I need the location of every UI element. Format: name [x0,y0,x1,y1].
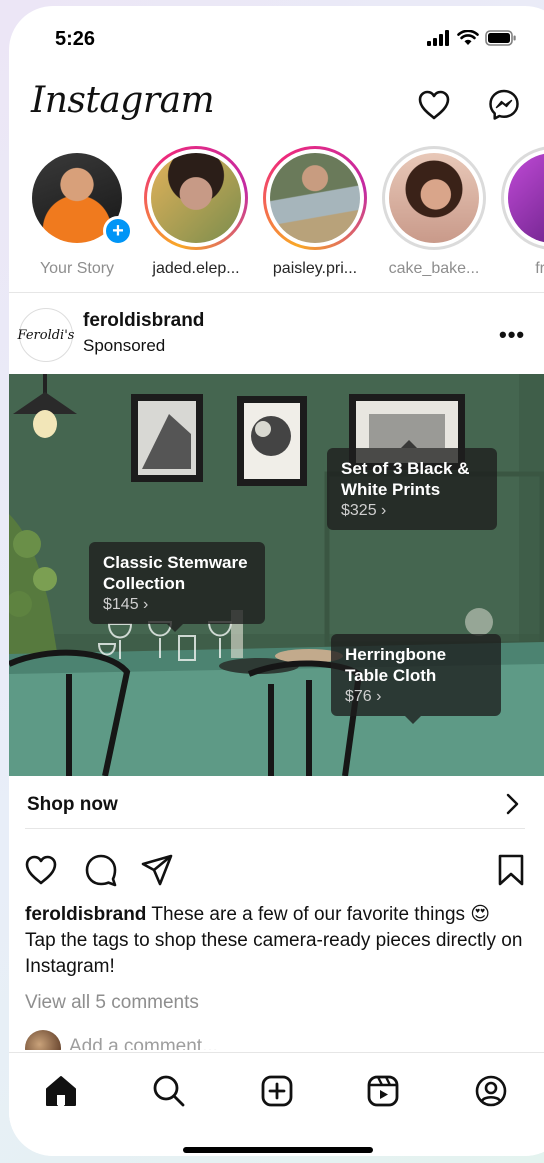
story-avatar [270,153,360,243]
stories-divider [9,292,544,293]
phone-screen: 5:26 Instagram + Your Story jaded.elep..… [9,6,544,1156]
save-bookmark-icon[interactable] [493,852,529,888]
story-item[interactable]: cake_bake... [378,146,490,278]
product-tag-prints[interactable]: Set of 3 Black & White Prints $325 › [327,440,497,530]
chevron-right-icon [506,793,519,815]
shop-now-label: Shop now [27,794,118,815]
view-all-comments-link[interactable]: View all 5 comments [25,992,199,1014]
battery-icon [485,30,516,46]
tag-title: Table Cloth [345,666,437,685]
story-avatar [151,153,241,243]
signal-icon [427,30,449,46]
product-tag-stemware[interactable]: Classic Stemware Collection $145 › [89,542,265,632]
product-tag-tablecloth[interactable]: Herringbone Table Cloth $76 › [331,634,501,724]
comment-bubble-icon[interactable] [83,852,119,888]
app-header: Instagram [9,70,544,140]
status-time: 5:26 [55,28,96,50]
add-comment-row[interactable]: Add a comment... [25,1030,425,1050]
post-username[interactable]: feroldisbrand [83,310,204,332]
status-icons [427,30,517,46]
tag-title: Classic Stemware [103,553,248,572]
wifi-icon [457,30,479,45]
activity-heart-icon[interactable] [417,88,451,122]
shop-now-bar[interactable]: Shop now [9,778,544,830]
instagram-logo[interactable]: Instagram [31,80,215,121]
add-comment-placeholder: Add a comment... [69,1036,218,1050]
tag-title: Collection [103,574,186,593]
story-avatar [389,153,479,243]
story-item[interactable]: paisley.pri... [259,146,371,278]
story-label: Your Story [39,260,115,277]
commenter-avatar [25,1030,61,1050]
tag-title: White Prints [341,480,441,499]
like-heart-icon[interactable] [23,852,59,888]
tag-price: $76 › [345,688,382,705]
story-ring [144,146,248,250]
story-label: cake_bake... [388,260,480,277]
home-icon[interactable] [41,1071,81,1111]
tag-title: Herringbone [345,645,447,664]
create-post-icon[interactable] [257,1071,297,1111]
story-label: jaded.elep... [152,260,240,277]
story-item[interactable]: + Your Story [21,146,133,278]
shop-divider [25,828,525,829]
story-ring [501,146,544,250]
home-indicator [183,1147,373,1153]
bottom-tab-bar [9,1052,544,1156]
share-paper-plane-icon[interactable] [139,852,175,888]
story-label: paisley.pri... [272,260,358,277]
story-ring [263,146,367,250]
messenger-icon[interactable] [487,88,521,122]
stories-tray: + Your Story jaded.elep... paisley.pri..… [9,146,544,288]
post-actions [9,846,544,894]
story-item[interactable]: frenc [497,146,544,278]
tag-title: Set of 3 Black & [341,459,470,478]
post-photo[interactable]: Set of 3 Black & White Prints $325 › Cla… [9,374,544,776]
status-bar: 5:26 [9,6,544,66]
story-ring [382,146,486,250]
add-story-plus-icon[interactable]: + [103,216,133,246]
story-item[interactable]: jaded.elep... [140,146,252,278]
sponsored-label: Sponsored [83,336,166,355]
profile-icon[interactable] [471,1071,511,1111]
caption-username[interactable]: feroldisbrand [25,904,146,925]
tag-price: $325 › [341,502,387,519]
brand-avatar[interactable]: Feroldi's [18,308,74,362]
post-header: Feroldi's feroldisbrand Sponsored ••• [9,304,544,370]
more-options-icon[interactable]: ••• [499,322,525,348]
tag-price: $145 › [103,596,149,613]
story-label: frenc [535,260,544,277]
story-avatar [508,153,544,243]
search-icon[interactable] [149,1071,189,1111]
post-caption: feroldisbrand These are a few of our fav… [25,902,525,980]
reels-icon[interactable] [363,1071,403,1111]
